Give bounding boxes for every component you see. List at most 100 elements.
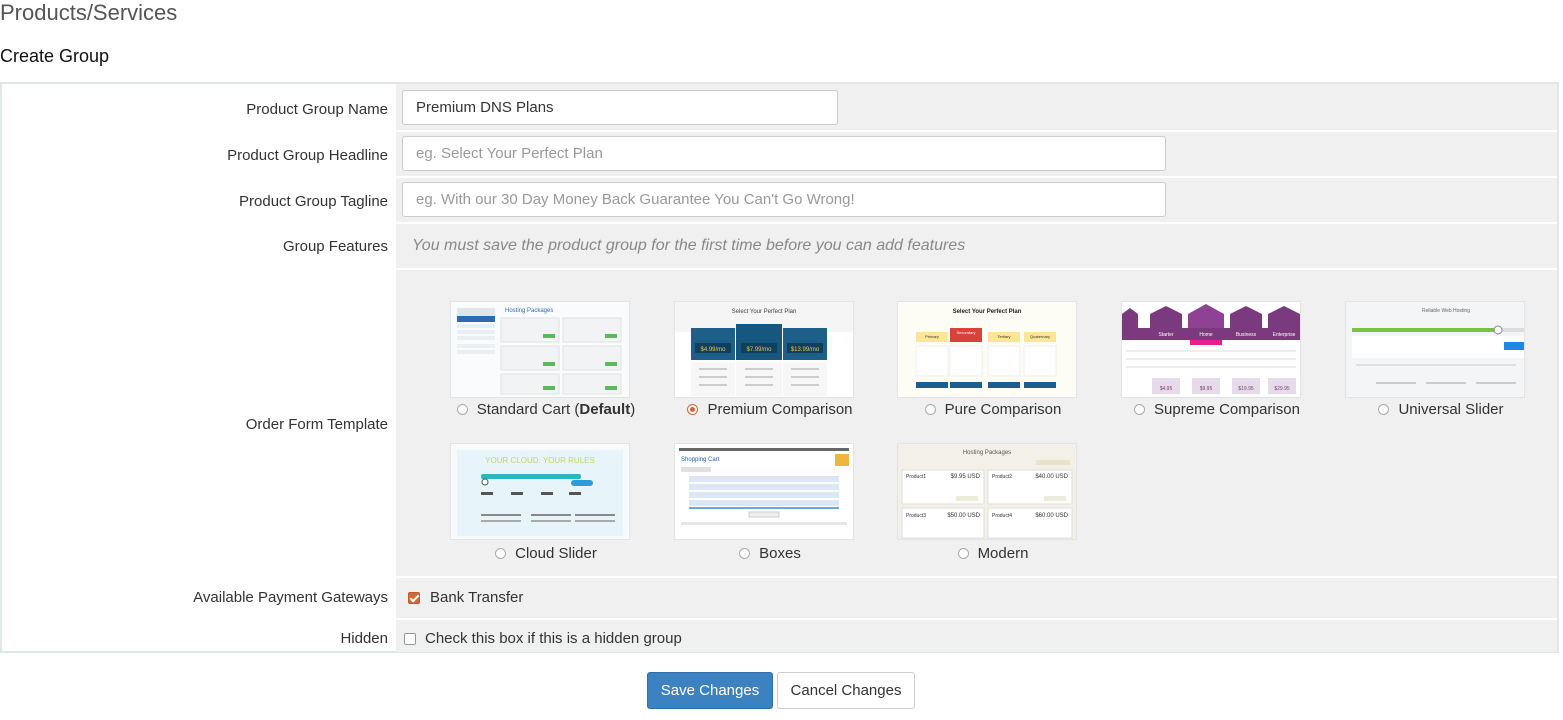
save-changes-button[interactable]: Save Changes [647, 672, 773, 709]
modern-thumbnail[interactable]: Hosting Packages Product1 $9.95 USD Prod… [897, 443, 1077, 540]
template-boxes[interactable]: Shopping Cart Boxes [674, 443, 854, 565]
headline-row: Product Group Headline [2, 132, 1557, 176]
universal-thumb-title: Reliable Web Hosting [1422, 308, 1470, 314]
features-field: You must save the product group for the … [396, 224, 1557, 268]
standard-cart-default-close: ) [630, 401, 636, 418]
boxes-radio[interactable] [739, 548, 751, 559]
universal-slider-thumbnail[interactable]: Reliable Web Hosting [1345, 301, 1525, 398]
boxes-thumbnail[interactable]: Shopping Cart [674, 443, 854, 540]
boxes-thumb-title: Shopping Cart [681, 457, 720, 463]
tagline-field [396, 178, 1557, 222]
cancel-changes-button[interactable]: Cancel Changes [777, 672, 915, 709]
supreme-comparison-thumbnail[interactable]: Starter Home Business Enterprise $4.95 $… [1121, 301, 1301, 398]
modern-product-4: Product4 [992, 513, 1012, 519]
modern-product-1: Product1 [906, 474, 926, 480]
supreme-comparison-radio[interactable] [1134, 404, 1146, 415]
premium-price-2: $7.99/mo [746, 347, 772, 353]
boxes-label: Boxes [759, 545, 801, 562]
group-name-input[interactable] [402, 90, 838, 125]
premium-comparison-radio[interactable] [687, 404, 699, 415]
hidden-field: Check this box if this is a hidden group [396, 620, 1557, 652]
group-name-row: Product Group Name [2, 84, 1557, 130]
features-note: You must save the product group for the … [412, 237, 966, 254]
modern-option[interactable]: Modern [883, 545, 1103, 562]
premium-comparison-option[interactable]: Premium Comparison [660, 401, 880, 418]
cloud-thumb-title: YOUR CLOUD. YOUR RULES [485, 456, 595, 465]
standard-cart-label: Standard Cart [476, 401, 571, 418]
pure-col-3: Tertiary [997, 334, 1010, 339]
group-name-label: Product Group Name [246, 101, 388, 118]
supreme-col-1: Starter [1158, 332, 1173, 338]
headline-input[interactable] [402, 136, 1166, 171]
pure-comparison-option[interactable]: Pure Comparison [883, 401, 1103, 418]
supreme-col-2: Home [1199, 332, 1213, 338]
standard-cart-option[interactable]: Standard Cart (Default) [436, 401, 656, 418]
cloud-slider-label: Cloud Slider [515, 545, 597, 562]
pure-thumb-title: Select Your Perfect Plan [953, 309, 1022, 315]
gateways-label: Available Payment Gateways [193, 589, 388, 606]
hidden-row: Hidden Check this box if this is a hidde… [2, 620, 1557, 652]
modern-label: Modern [977, 545, 1029, 562]
modern-radio[interactable] [957, 548, 969, 559]
cloud-slider-option[interactable]: Cloud Slider [436, 545, 656, 562]
gateways-field: Bank Transfer [396, 578, 1557, 618]
bank-transfer-option[interactable]: Bank Transfer [408, 589, 523, 606]
pure-comparison-thumbnail[interactable]: Select Your Perfect Plan Primary Seconda… [897, 301, 1077, 398]
supreme-price-1: $4.95 [1160, 386, 1173, 392]
cloud-slider-radio[interactable] [495, 548, 507, 559]
bank-transfer-label: Bank Transfer [430, 589, 524, 606]
template-supreme-comparison[interactable]: Starter Home Business Enterprise $4.95 $… [1121, 301, 1301, 423]
supreme-comparison-option[interactable]: Supreme Comparison [1107, 401, 1327, 418]
boxes-option[interactable]: Boxes [660, 545, 880, 562]
standard-cart-thumbnail[interactable]: Hosting Packages [450, 301, 630, 398]
group-name-field [396, 84, 1557, 130]
modern-price-2: $40.00 USD [1035, 474, 1068, 480]
tagline-label: Product Group Tagline [239, 193, 388, 210]
universal-slider-option[interactable]: Universal Slider [1331, 401, 1551, 418]
premium-comparison-thumbnail[interactable]: Select Your Perfect Plan $4.99/mo $7.99/… [674, 301, 854, 398]
modern-thumb-title: Hosting Packages [963, 450, 1011, 456]
standard-cart-default-open: ( [570, 401, 580, 418]
headline-label: Product Group Headline [227, 147, 388, 164]
supreme-price-3: $19.95 [1238, 386, 1254, 392]
modern-product-2: Product2 [992, 474, 1012, 480]
template-cloud-slider[interactable]: YOUR CLOUD. YOUR RULES Cloud Slider [450, 443, 630, 565]
page-title: Products/Services [0, 0, 178, 25]
standard-cart-thumb-title: Hosting Packages [505, 308, 553, 314]
template-standard-cart[interactable]: Hosting Packages Standard Cart (Default) [450, 301, 635, 423]
modern-product-3: Product3 [906, 513, 926, 519]
premium-price-3: $13.99/mo [791, 347, 820, 353]
standard-cart-default-badge: Default [579, 401, 631, 418]
supreme-col-4: Enterprise [1273, 332, 1296, 338]
order-form-field: Hosting Packages Standard Cart (Default) [396, 270, 1557, 576]
universal-slider-radio[interactable] [1378, 404, 1390, 415]
modern-price-4: $60.00 USD [1035, 513, 1068, 519]
gateways-row: Available Payment Gateways Bank Transfer [2, 578, 1557, 618]
hidden-checkbox[interactable] [404, 632, 416, 645]
premium-price-1: $4.99/mo [700, 347, 726, 353]
standard-cart-radio[interactable] [456, 404, 468, 415]
tagline-input[interactable] [402, 182, 1166, 217]
pure-col-4: Quaternary [1030, 334, 1050, 339]
premium-thumb-title: Select Your Perfect Plan [732, 309, 797, 315]
supreme-price-2: $9.95 [1200, 386, 1213, 392]
hidden-option-label: Check this box if this is a hidden group [425, 630, 682, 647]
pure-comparison-label: Pure Comparison [944, 401, 1062, 418]
features-row: Group Features You must save the product… [2, 224, 1557, 268]
template-pure-comparison[interactable]: Select Your Perfect Plan Primary Seconda… [897, 301, 1077, 423]
modern-price-1: $9.95 USD [951, 474, 981, 480]
hidden-label: Hidden [340, 630, 388, 647]
pure-comparison-radio[interactable] [924, 404, 936, 415]
bank-transfer-checkbox[interactable] [408, 591, 420, 604]
modern-price-3: $50.00 USD [947, 513, 980, 519]
cloud-slider-thumbnail[interactable]: YOUR CLOUD. YOUR RULES [450, 443, 630, 540]
template-universal-slider[interactable]: Reliable Web Hosting Universal Slider [1345, 301, 1525, 423]
supreme-comparison-label: Supreme Comparison [1154, 401, 1300, 418]
create-group-form: Product Group Name Product Group Headlin… [0, 82, 1559, 653]
template-premium-comparison[interactable]: Select Your Perfect Plan $4.99/mo $7.99/… [674, 301, 854, 423]
order-form-row: Order Form Template Hosting Packages Sta… [2, 270, 1557, 576]
template-modern[interactable]: Hosting Packages Product1 $9.95 USD Prod… [897, 443, 1077, 565]
pure-col-1: Primary [925, 334, 939, 339]
tagline-row: Product Group Tagline [2, 178, 1557, 222]
hidden-option[interactable]: Check this box if this is a hidden group [404, 630, 682, 647]
